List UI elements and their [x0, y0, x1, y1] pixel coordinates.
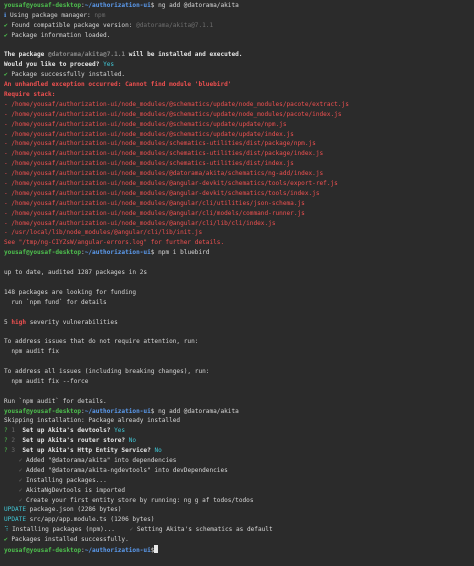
output-line: run `npm fund` for details — [4, 298, 107, 306]
output-line: ✔ Found compatible package version: @dat… — [4, 21, 214, 29]
output-line: To address issues that do not require at… — [4, 338, 199, 346]
command-text: ng add @datorama/akita — [154, 407, 239, 415]
stack-line: - /home/yousaf/authorization-ui/node_mod… — [4, 130, 294, 138]
prompt-user-host: yousaf@yousaf-desktop — [4, 407, 82, 415]
prompt-user-host: yousaf@yousaf-desktop — [4, 546, 82, 554]
stack-line: - /home/yousaf/authorization-ui/node_mod… — [4, 219, 276, 227]
output-line: ✓ Added "@datorama/akita" into dependenc… — [18, 456, 177, 464]
update-label: UPDATE — [4, 516, 27, 524]
prompt-path: ~/authorization-ui — [84, 2, 151, 9]
stack-line: - /home/yousaf/authorization-ui/node_mod… — [4, 120, 287, 128]
prompt-path: ~/authorization-ui — [84, 546, 151, 554]
output-line: ✓ AkitaNgDevtools is imported — [18, 486, 126, 494]
text-cursor[interactable] — [154, 544, 159, 553]
output-line: To address all issues (including breakin… — [4, 367, 210, 375]
output-line: ✔ Package successfully installed. — [4, 71, 126, 79]
stack-line: - /home/yousaf/authorization-ui/node_mod… — [4, 199, 305, 207]
prompt-path: ~/authorization-ui — [84, 407, 151, 415]
output-line: Would you like to proceed? Yes — [4, 61, 115, 69]
output-line: ✓ Added "@datorama/akita-ngdevtools" int… — [18, 466, 228, 474]
question-line: ? 2 Set up Akita's router store? No — [4, 437, 137, 445]
stack-line: - /usr/local/lib/node_modules/@angular/c… — [4, 229, 203, 237]
output-line: Skipping installation: Package already i… — [4, 417, 181, 425]
output-line: npm audit fix — [4, 348, 60, 356]
stack-line: - /home/yousaf/authorization-ui/node_mod… — [4, 189, 320, 197]
output-line: ✓ Installing packages... — [18, 476, 107, 484]
question-line: ? 1 Set up Akita's devtools? Yes — [4, 427, 126, 435]
output-line: The package @datorama/akita@7.1.1 will b… — [4, 51, 243, 59]
output-line: ✔ Package information loaded. — [4, 31, 111, 39]
stack-line: - /home/yousaf/authorization-ui/node_mod… — [4, 140, 316, 148]
output-line: ℹ Using package manager: npm — [4, 11, 106, 19]
prompt-line: yousaf@yousaf-desktop:~/authorization-ui… — [4, 249, 210, 257]
prompt-path: ~/authorization-ui — [84, 249, 151, 257]
stack-line: - /home/yousaf/authorization-ui/node_mod… — [4, 160, 294, 168]
prompt-line: yousaf@yousaf-desktop:~/authorization-ui… — [4, 544, 470, 555]
prompt-line: yousaf@yousaf-desktop:~/authorization-ui… — [4, 407, 239, 415]
stack-line: - /home/yousaf/authorization-ui/node_mod… — [4, 170, 324, 178]
error-log-hint: See "/tmp/ng-CIYZsW/angular-errors.log" … — [4, 239, 225, 247]
output-line: ✔ Packages installed successfully. — [4, 536, 129, 544]
terminal-output[interactable]: yousaf@yousaf-desktop:~/authorization-ui… — [0, 0, 474, 555]
command-text: npm i bluebird — [154, 249, 210, 257]
error-message: An unhandled exception occurred: Cannot … — [4, 81, 232, 89]
stack-line: - /home/yousaf/authorization-ui/node_mod… — [4, 110, 342, 118]
prompt-user-host: yousaf@yousaf-desktop — [4, 2, 82, 9]
prompt-line: yousaf@yousaf-desktop:~/authorization-ui… — [4, 2, 239, 9]
output-line: ✓ Create your first entity store by runn… — [18, 496, 254, 504]
command-text: ng add @datorama/akita — [154, 2, 239, 9]
output-line: Run `npm audit` for details. — [4, 397, 107, 405]
question-line: ? 3 Set up Akita's Http Entity Service? … — [4, 447, 162, 455]
output-line: npm audit fix --force — [4, 377, 89, 385]
output-line: 5 high severity vulnerabilities — [4, 318, 118, 326]
update-label: UPDATE — [4, 506, 27, 514]
stack-line: - /home/yousaf/authorization-ui/node_mod… — [4, 150, 324, 158]
output-line: UPDATE package.json (2286 bytes) — [4, 506, 122, 514]
stack-line: - /home/yousaf/authorization-ui/node_mod… — [4, 180, 338, 188]
severity-label: high — [11, 318, 27, 326]
output-line: 148 packages are looking for funding — [4, 288, 137, 296]
output-line: ⠹ Installing packages (npm)... ✓ Setting… — [4, 526, 273, 534]
output-line: up to date, audited 1287 packages in 2s — [4, 269, 148, 277]
output-line: UPDATE src/app/app.module.ts (1206 bytes… — [4, 516, 155, 524]
stack-line: - /home/yousaf/authorization-ui/node_mod… — [4, 209, 305, 217]
prompt-user-host: yousaf@yousaf-desktop — [4, 249, 82, 257]
error-heading: Require stack: — [4, 91, 56, 99]
stack-line: - /home/yousaf/authorization-ui/node_mod… — [4, 100, 349, 108]
